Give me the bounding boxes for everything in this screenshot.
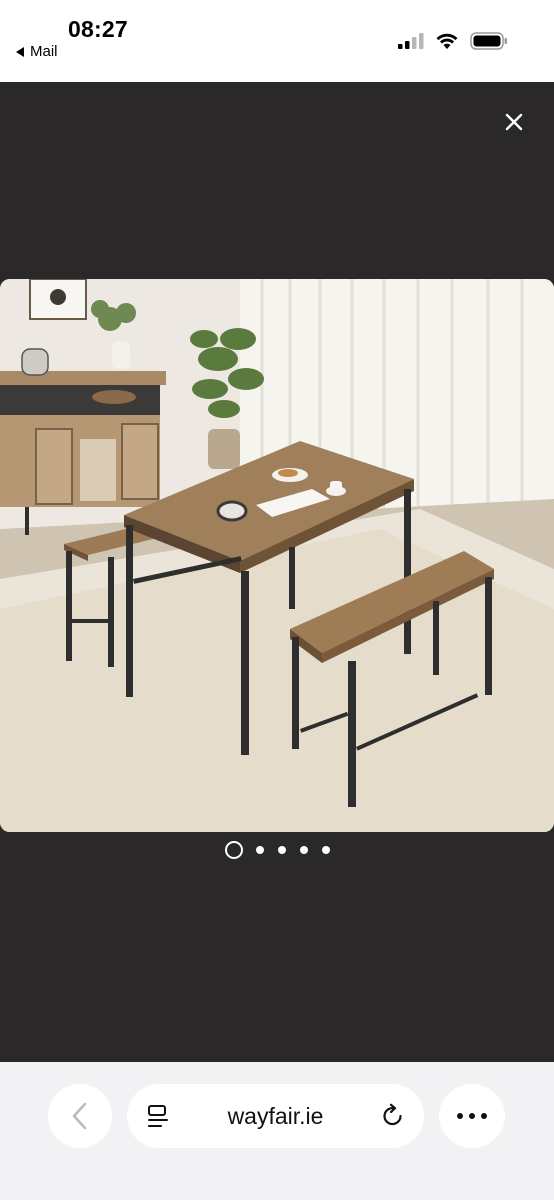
image-pagination xyxy=(0,839,554,861)
page-dot-4[interactable] xyxy=(299,846,308,854)
wifi-icon xyxy=(436,33,458,49)
cellular-signal-icon xyxy=(398,33,424,49)
browser-back-button[interactable] xyxy=(48,1084,112,1148)
status-bar: 08:27 Mail xyxy=(0,0,554,82)
reload-icon[interactable] xyxy=(380,1103,406,1129)
page-dot-5[interactable] xyxy=(321,846,330,854)
back-to-mail-button[interactable]: Mail xyxy=(16,43,58,60)
more-button[interactable] xyxy=(439,1084,505,1148)
browser-toolbar: wayfair.ie xyxy=(0,1062,554,1200)
page-dot-1[interactable] xyxy=(224,841,243,859)
battery-icon xyxy=(470,32,507,50)
page-dot-2[interactable] xyxy=(255,846,264,854)
address-bar[interactable]: wayfair.ie xyxy=(127,1084,424,1148)
more-icon xyxy=(457,1113,463,1119)
close-icon[interactable] xyxy=(502,110,526,134)
status-time: 08:27 xyxy=(68,16,128,42)
back-app-label: Mail xyxy=(30,43,58,60)
page-dot-3[interactable] xyxy=(277,846,286,854)
product-image[interactable] xyxy=(0,279,554,832)
chevron-left-icon xyxy=(72,1102,87,1130)
back-arrow-icon xyxy=(16,46,24,57)
image-viewer xyxy=(0,82,554,1062)
